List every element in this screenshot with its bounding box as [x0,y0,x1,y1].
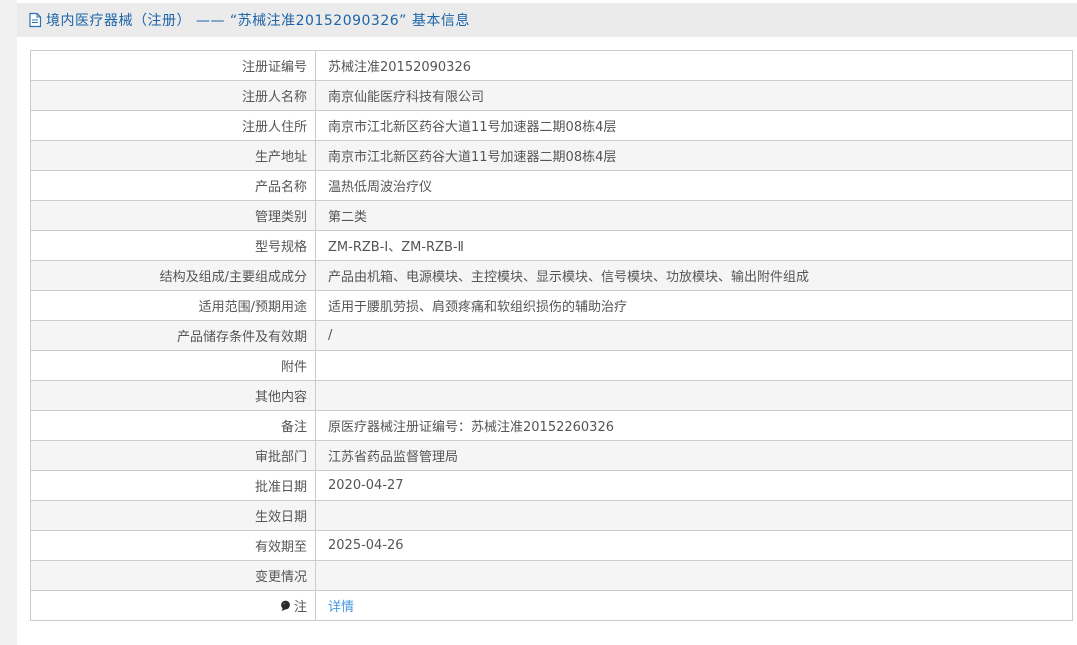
table-row: 批准日期 2020-04-27 [30,470,1073,501]
table-row: 注册证编号 苏械注准20152090326 [30,50,1073,81]
row-value-cell: 第二类 [315,200,1073,231]
row-value: 苏械注准20152090326 [328,60,471,75]
row-label: 注 [293,600,307,615]
table-row: 生效日期 [30,500,1073,531]
row-label-cell: 注册证编号 [30,50,316,81]
row-label: 注册证编号 [241,60,307,75]
row-label-cell: 管理类别 [30,200,316,231]
row-label: 注册人住所 [241,120,307,135]
row-label: 审批部门 [254,450,307,465]
registration-info-table: 注册证编号 苏械注准20152090326 注册人名称 南京仙能医疗科技有限公司 注册人… [30,50,1073,621]
row-value-cell: 南京市江北新区药谷大道11号加速器二期08栋4层 [315,110,1073,141]
row-label-cell: 产品名称 [30,170,316,201]
row-value: ZM-RZB-Ⅰ、ZM-RZB-Ⅱ [328,240,464,255]
row-value-cell: 苏械注准20152090326 [315,50,1073,81]
row-value-cell [315,560,1073,591]
row-label: 适用范围/预期用途 [198,300,307,315]
table-row: 生产地址 南京市江北新区药谷大道11号加速器二期08栋4层 [30,140,1073,171]
detail-link[interactable]: 详情 [328,600,354,615]
row-value: 产品由机箱、电源模块、主控模块、显示模块、信号模块、功放模块、输出附件组成 [328,270,810,285]
row-value: 南京仙能医疗科技有限公司 [328,90,485,105]
table-row: 附件 [30,350,1073,381]
row-label: 变更情况 [254,570,307,585]
table-row: 注 详情 [30,590,1073,621]
table-row: 管理类别 第二类 [30,200,1073,231]
row-label: 型号规格 [254,240,307,255]
row-label-cell: 附件 [30,350,316,381]
row-value: 适用于腰肌劳损、肩颈疼痛和软组织损伤的辅助治疗 [328,300,628,315]
row-label-cell: 注 [30,590,316,621]
table-row: 其他内容 [30,380,1073,411]
row-value-cell: ZM-RZB-Ⅰ、ZM-RZB-Ⅱ [315,230,1073,261]
row-label-cell: 有效期至 [30,530,316,561]
table-row: 产品储存条件及有效期 / [30,320,1073,351]
row-value: 原医疗器械注册证编号：苏械注准20152260326 [328,420,614,435]
row-value: 南京市江北新区药谷大道11号加速器二期08栋4层 [328,120,617,135]
row-label: 生产地址 [254,150,307,165]
row-label-cell: 型号规格 [30,230,316,261]
row-value-cell: 温热低周波治疗仪 [315,170,1073,201]
row-value-cell: 2020-04-27 [315,470,1073,501]
row-label-cell: 变更情况 [30,560,316,591]
page-title: 境内医疗器械（注册） —— “苏械注准20152090326” 基本信息 [46,13,470,29]
row-label-cell: 结构及组成/主要组成成分 [30,260,316,291]
row-value: / [328,328,333,343]
row-label: 产品储存条件及有效期 [176,330,307,345]
info-table-body: 注册证编号 苏械注准20152090326 注册人名称 南京仙能医疗科技有限公司 注册人… [30,50,1073,621]
row-label-cell: 注册人名称 [30,80,316,111]
row-value-cell: 原医疗器械注册证编号：苏械注准20152260326 [315,410,1073,441]
table-row: 适用范围/预期用途 适用于腰肌劳损、肩颈疼痛和软组织损伤的辅助治疗 [30,290,1073,321]
row-value-cell: 2025-04-26 [315,530,1073,561]
row-label-cell: 备注 [30,410,316,441]
table-row: 结构及组成/主要组成成分 产品由机箱、电源模块、主控模块、显示模块、信号模块、功放… [30,260,1073,291]
table-row: 注册人名称 南京仙能医疗科技有限公司 [30,80,1073,111]
row-label: 注册人名称 [241,90,307,105]
row-value-cell: 南京仙能医疗科技有限公司 [315,80,1073,111]
row-label: 备注 [280,420,307,435]
row-value-cell [315,500,1073,531]
row-label-cell: 生效日期 [30,500,316,531]
row-value: 江苏省药品监督管理局 [328,450,459,465]
row-value: 2025-04-26 [328,538,404,553]
row-label: 批准日期 [254,480,307,495]
row-value-cell: / [315,320,1073,351]
row-label: 附件 [280,360,307,375]
row-label-cell: 产品储存条件及有效期 [30,320,316,351]
row-label-cell: 生产地址 [30,140,316,171]
row-value: 第二类 [328,210,368,225]
content-panel: 境内医疗器械（注册） —— “苏械注准20152090326” 基本信息 注册证… [17,0,1077,645]
row-label: 生效日期 [254,510,307,525]
row-label: 有效期至 [254,540,307,555]
row-value: 2020-04-27 [328,478,404,493]
table-row: 型号规格 ZM-RZB-Ⅰ、ZM-RZB-Ⅱ [30,230,1073,261]
table-row: 有效期至 2025-04-26 [30,530,1073,561]
table-row: 备注 原医疗器械注册证编号：苏械注准20152260326 [30,410,1073,441]
row-value: 温热低周波治疗仪 [328,180,433,195]
row-label-cell: 批准日期 [30,470,316,501]
row-label-cell: 其他内容 [30,380,316,411]
row-label-cell: 适用范围/预期用途 [30,290,316,321]
row-value: 南京市江北新区药谷大道11号加速器二期08栋4层 [328,150,617,165]
row-value-cell: 详情 [315,590,1073,621]
row-value-cell: 南京市江北新区药谷大道11号加速器二期08栋4层 [315,140,1073,171]
row-value-cell [315,350,1073,381]
row-value-cell [315,380,1073,411]
table-row: 产品名称 温热低周波治疗仪 [30,170,1073,201]
row-value-cell: 适用于腰肌劳损、肩颈疼痛和软组织损伤的辅助治疗 [315,290,1073,321]
row-label: 管理类别 [254,210,307,225]
table-row: 注册人住所 南京市江北新区药谷大道11号加速器二期08栋4层 [30,110,1073,141]
note-balloon-icon [280,600,291,612]
row-label-cell: 审批部门 [30,440,316,471]
table-row: 变更情况 [30,560,1073,591]
row-value-cell: 江苏省药品监督管理局 [315,440,1073,471]
registration-info-table-wrap: 注册证编号 苏械注准20152090326 注册人名称 南京仙能医疗科技有限公司 注册人… [30,50,1077,621]
row-label: 结构及组成/主要组成成分 [159,270,307,285]
document-icon [28,12,42,28]
row-label: 产品名称 [254,180,307,195]
row-label: 其他内容 [254,390,307,405]
table-row: 审批部门 江苏省药品监督管理局 [30,440,1073,471]
row-value-cell: 产品由机箱、电源模块、主控模块、显示模块、信号模块、功放模块、输出附件组成 [315,260,1073,291]
row-label-cell: 注册人住所 [30,110,316,141]
page-header: 境内医疗器械（注册） —— “苏械注准20152090326” 基本信息 [17,3,1077,37]
